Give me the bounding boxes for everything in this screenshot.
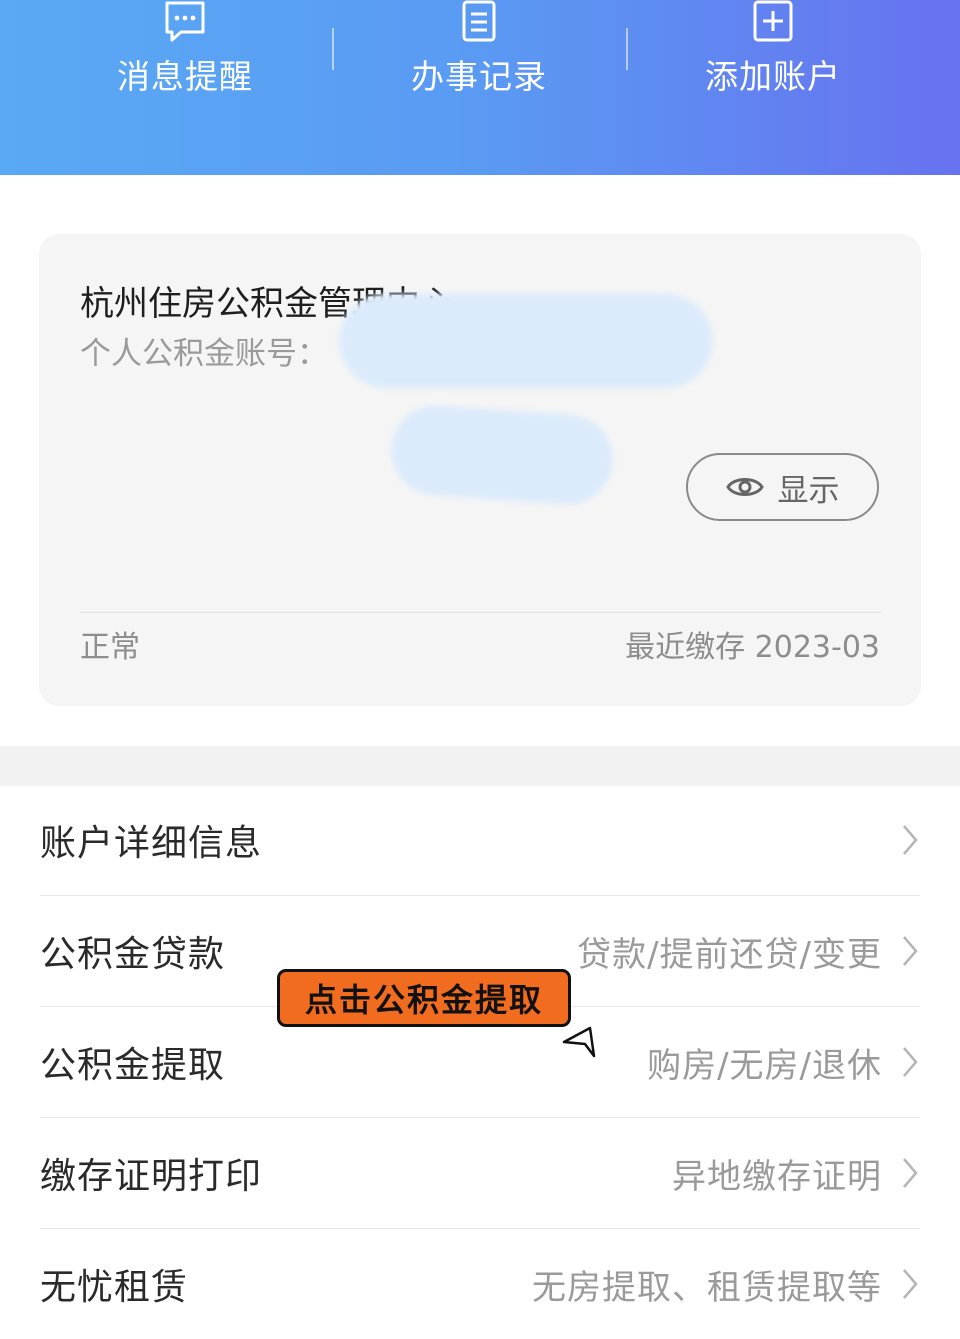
message-reminder-button[interactable]: 消息提醒 — [85, 0, 285, 98]
chevron-right-icon — [903, 825, 918, 855]
message-reminder-label: 消息提醒 — [117, 57, 253, 96]
add-account-button[interactable]: 添加账户 — [673, 0, 873, 98]
divider — [332, 28, 334, 70]
menu-item-subtitle: 贷款/提前还贷/变更 — [577, 934, 882, 975]
account-status: 正常 — [80, 630, 140, 665]
recent-deposit: 最近缴存 2023-03 — [625, 630, 880, 665]
menu-item-title: 无忧租赁 — [40, 1267, 189, 1308]
menu-item-subtitle: 购房/无房/退休 — [647, 1045, 882, 1086]
menu-item-title: 公积金提取 — [40, 1045, 226, 1086]
header-banner: 消息提醒 办事记录 添加账户 — [0, 0, 960, 175]
menu-item-deposit-certificate[interactable]: 缴存证明打印 异地缴存证明 — [40, 1118, 920, 1228]
chevron-right-icon — [903, 1047, 918, 1077]
account-number-label: 个人公积金账号： — [80, 336, 328, 372]
add-box-icon — [753, 0, 793, 42]
eye-icon — [725, 478, 764, 496]
menu-item-title: 公积金贷款 — [40, 934, 226, 975]
clipboard-icon — [462, 0, 496, 42]
menu-item-title: 缴存证明打印 — [40, 1156, 263, 1197]
menu-item-subtitle: 无房提取、租赁提取等 — [532, 1267, 882, 1308]
menu-item-rental[interactable]: 无忧租赁 无房提取、租赁提取等 — [40, 1229, 920, 1339]
account-card[interactable]: 杭州住房公积金管理中心 个人公积金账号： 显示 正常 最近缴存 2023-03 — [39, 234, 921, 706]
section-separator — [0, 746, 960, 786]
redacted-balance — [388, 402, 616, 508]
add-account-label: 添加账户 — [705, 57, 841, 96]
tutorial-callout: 点击公积金提取 — [277, 969, 571, 1027]
cursor-arrow-icon — [562, 1026, 596, 1058]
menu-item-subtitle: 异地缴存证明 — [672, 1156, 882, 1197]
service-records-button[interactable]: 办事记录 — [379, 0, 579, 98]
message-icon — [165, 1, 205, 42]
show-label: 显示 — [777, 472, 840, 509]
card-divider — [80, 612, 881, 613]
chevron-right-icon — [903, 936, 918, 966]
service-records-label: 办事记录 — [411, 57, 547, 96]
redacted-account-number — [339, 294, 713, 388]
menu-item-title: 账户详细信息 — [40, 823, 263, 864]
menu-item-account-details[interactable]: 账户详细信息 — [40, 785, 920, 895]
divider — [626, 28, 628, 70]
show-button[interactable]: 显示 — [686, 453, 879, 521]
chevron-right-icon — [903, 1269, 918, 1299]
chevron-right-icon — [903, 1158, 918, 1188]
